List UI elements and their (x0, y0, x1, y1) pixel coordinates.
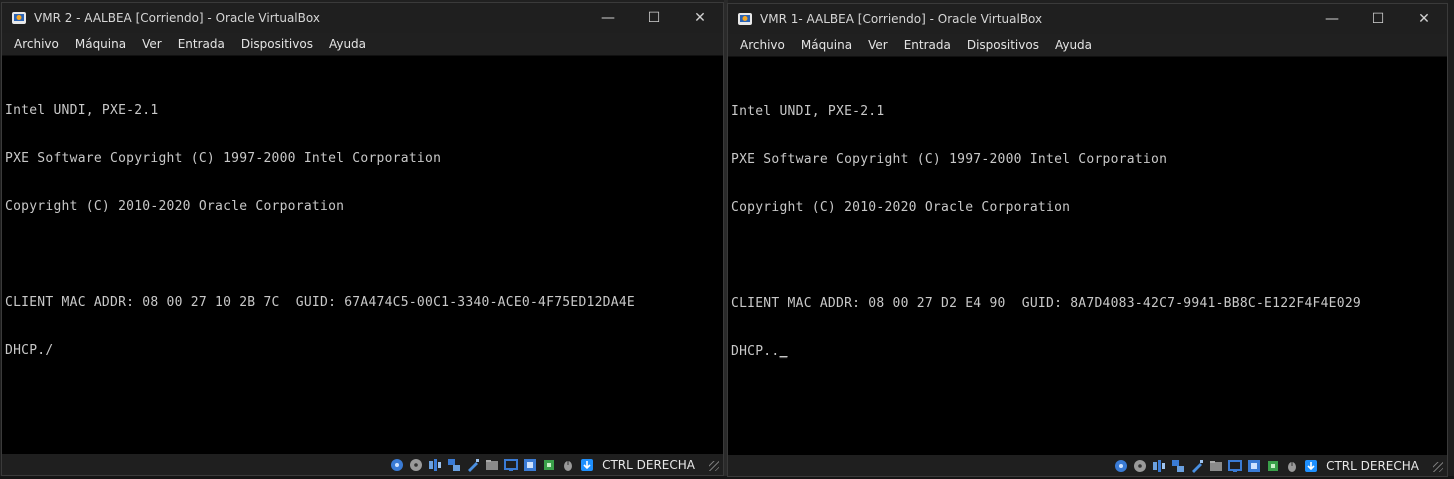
host-key-icon[interactable] (1303, 458, 1319, 474)
console-output: Intel UNDI, PXE-2.1 PXE Software Copyrig… (731, 72, 1361, 392)
shared-folders-icon[interactable] (1208, 458, 1224, 474)
menu-bar: Archivo Máquina Ver Entrada Dispositivos… (2, 33, 723, 56)
vm-window-vmr2[interactable]: VMR 2 - AALBEA [Corriendo] - Oracle Virt… (1, 2, 724, 476)
console-line: PXE Software Copyright (C) 1997-2000 Int… (731, 152, 1168, 167)
virtualbox-icon (11, 10, 27, 26)
console-line: Intel UNDI, PXE-2.1 (731, 104, 885, 119)
menu-archivo[interactable]: Archivo (732, 34, 793, 56)
recording-icon[interactable] (1246, 458, 1262, 474)
optical-drive-icon[interactable] (408, 457, 424, 473)
cpu-icon[interactable] (1265, 458, 1281, 474)
console-line: CLIENT MAC ADDR: 08 00 27 10 2B 7C GUID:… (5, 295, 635, 310)
window-title: VMR 1- AALBEA [Corriendo] - Oracle Virtu… (760, 12, 1043, 26)
mouse-integration-icon[interactable] (1284, 458, 1300, 474)
menu-ayuda[interactable]: Ayuda (321, 33, 374, 55)
console-line: CLIENT MAC ADDR: 08 00 27 D2 E4 90 GUID:… (731, 296, 1361, 311)
usb-icon[interactable] (465, 457, 481, 473)
minimize-button[interactable]: — (1309, 4, 1355, 34)
recording-icon[interactable] (522, 457, 538, 473)
console-line: DHCP./ (5, 343, 54, 358)
console-line: Intel UNDI, PXE-2.1 (5, 103, 159, 118)
virtualbox-icon (737, 11, 753, 27)
window-title: VMR 2 - AALBEA [Corriendo] - Oracle Virt… (34, 11, 320, 25)
host-key-label: CTRL DERECHA (1326, 458, 1419, 473)
hard-disk-icon[interactable] (389, 457, 405, 473)
vm-window-vmr1[interactable]: VMR 1- AALBEA [Corriendo] - Oracle Virtu… (727, 3, 1448, 477)
display-icon[interactable] (1227, 458, 1243, 474)
menu-ver[interactable]: Ver (860, 34, 896, 56)
display-icon[interactable] (503, 457, 519, 473)
close-button[interactable]: ✕ (1401, 4, 1447, 34)
optical-drive-icon[interactable] (1132, 458, 1148, 474)
vm-screen[interactable]: Intel UNDI, PXE-2.1 PXE Software Copyrig… (728, 57, 1447, 455)
title-bar[interactable]: VMR 1- AALBEA [Corriendo] - Oracle Virtu… (728, 4, 1447, 34)
menu-entrada[interactable]: Entrada (170, 33, 233, 55)
console-line: PXE Software Copyright (C) 1997-2000 Int… (5, 151, 442, 166)
shared-folders-icon[interactable] (484, 457, 500, 473)
minimize-button[interactable]: — (585, 3, 631, 33)
status-bar: CTRL DERECHA (728, 455, 1447, 476)
console-line: Copyright (C) 2010-2020 Oracle Corporati… (731, 200, 1071, 215)
usb-icon[interactable] (1189, 458, 1205, 474)
close-button[interactable]: ✕ (677, 3, 723, 33)
network-icon[interactable] (446, 457, 462, 473)
cpu-icon[interactable] (541, 457, 557, 473)
desktop: VMR 2 - AALBEA [Corriendo] - Oracle Virt… (0, 0, 1454, 479)
menu-maquina[interactable]: Máquina (793, 34, 860, 56)
menu-entrada[interactable]: Entrada (896, 34, 959, 56)
network-icon[interactable] (1170, 458, 1186, 474)
console-line-dhcp: DHCP.._ (731, 344, 1361, 360)
hard-disk-icon[interactable] (1113, 458, 1129, 474)
text-cursor: _ (779, 344, 788, 359)
menu-dispositivos[interactable]: Dispositivos (233, 33, 321, 55)
menu-archivo[interactable]: Archivo (6, 33, 67, 55)
title-bar[interactable]: VMR 2 - AALBEA [Corriendo] - Oracle Virt… (2, 3, 723, 33)
vm-screen[interactable]: Intel UNDI, PXE-2.1 PXE Software Copyrig… (2, 56, 723, 454)
menu-dispositivos[interactable]: Dispositivos (959, 34, 1047, 56)
mouse-integration-icon[interactable] (560, 457, 576, 473)
console-output: Intel UNDI, PXE-2.1 PXE Software Copyrig… (5, 71, 635, 391)
menu-maquina[interactable]: Máquina (67, 33, 134, 55)
maximize-button[interactable]: ☐ (631, 3, 677, 33)
console-line: DHCP.. (731, 344, 780, 359)
host-key-label: CTRL DERECHA (602, 457, 695, 472)
background-window-edge (1448, 0, 1454, 479)
maximize-button[interactable]: ☐ (1355, 4, 1401, 34)
audio-icon[interactable] (1151, 458, 1167, 474)
host-key-icon[interactable] (579, 457, 595, 473)
console-line: Copyright (C) 2010-2020 Oracle Corporati… (5, 199, 345, 214)
status-bar: CTRL DERECHA (2, 454, 723, 475)
menu-ver[interactable]: Ver (134, 33, 170, 55)
menu-bar: Archivo Máquina Ver Entrada Dispositivos… (728, 34, 1447, 57)
resize-grip[interactable] (707, 459, 719, 471)
menu-ayuda[interactable]: Ayuda (1047, 34, 1100, 56)
resize-grip[interactable] (1431, 460, 1443, 472)
audio-icon[interactable] (427, 457, 443, 473)
